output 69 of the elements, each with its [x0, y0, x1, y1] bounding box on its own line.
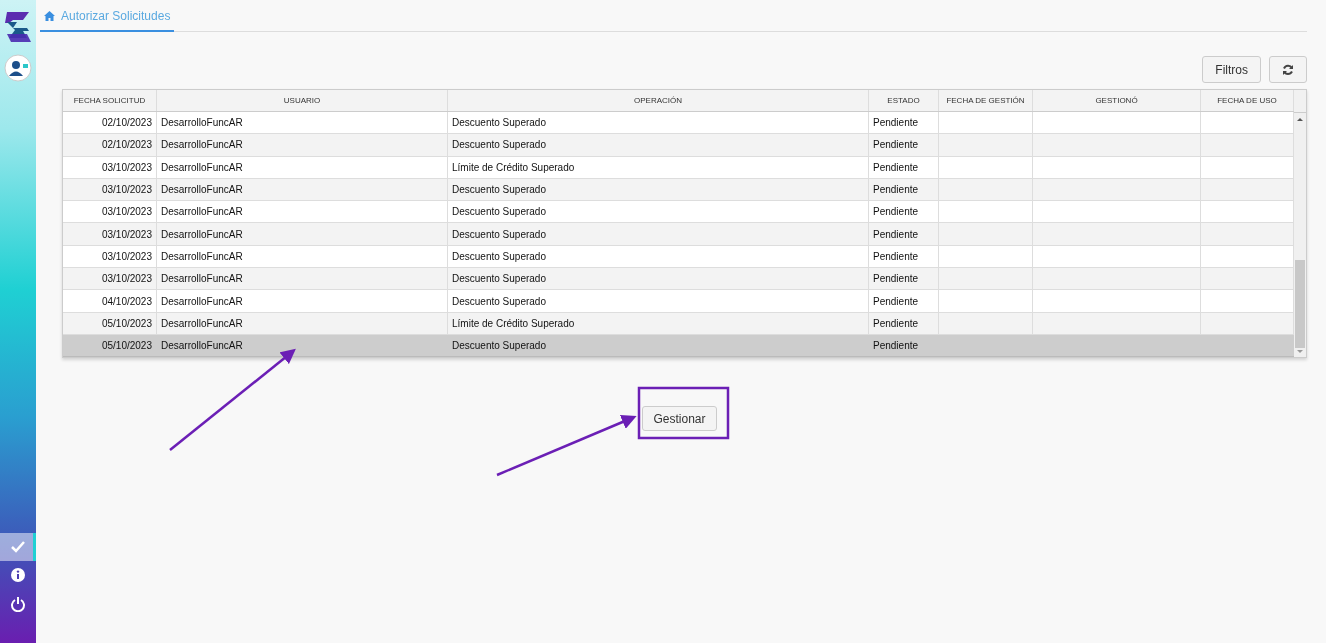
table-cell: Descuento Superado	[448, 290, 869, 312]
refresh-icon	[1282, 63, 1294, 76]
table-cell: Descuento Superado	[448, 268, 869, 290]
table-cell: 03/10/2023	[63, 245, 157, 268]
table-cell-text: Descuento Superado	[451, 339, 547, 354]
table-cell: DesarrolloFuncAR	[157, 312, 448, 334]
table-cell-text: 05/10/2023	[100, 339, 153, 354]
table-cell: 03/10/2023	[63, 223, 157, 245]
table-cell: Pendiente	[869, 178, 939, 201]
table-row[interactable]: 03/10/2023 DesarrolloFuncAR Límite de Crédito Superado Pendiente	[63, 156, 1294, 179]
table-cell: DesarrolloFuncAR	[157, 134, 448, 156]
table-cell: 04/10/2023	[63, 290, 157, 312]
table-cell: DesarrolloFuncAR	[157, 268, 448, 290]
table-cell-text: Pendiente	[872, 339, 920, 354]
table-cell: Descuento Superado	[448, 134, 869, 156]
column-header[interactable]: FECHA SOLICITUD	[63, 90, 157, 111]
table-cell: DesarrolloFuncAR	[157, 245, 448, 268]
table-cell: Descuento Superado	[448, 178, 869, 201]
table-cell: DesarrolloFuncAR	[157, 156, 448, 178]
table-cell: Pendiente	[869, 134, 939, 156]
manage-button[interactable]: Gestionar	[642, 406, 717, 432]
table-row[interactable]: 03/10/2023 DesarrolloFuncAR Descuento Superado Pendiente	[63, 268, 1294, 291]
info-icon	[10, 567, 26, 583]
table-cell: 03/10/2023	[63, 268, 157, 290]
table-cell: Pendiente	[869, 156, 939, 178]
filter-button[interactable]: Filtros	[1202, 56, 1261, 83]
table-cell: DesarrolloFuncAR	[157, 290, 448, 312]
logo-icon	[3, 10, 33, 44]
column-header[interactable]: OPERACIÓN	[448, 90, 869, 111]
table-cell: DesarrolloFuncAR	[157, 223, 448, 245]
user-avatar-icon[interactable]	[4, 54, 32, 82]
table-row[interactable]: 02/10/2023 DesarrolloFuncAR Descuento Superado Pendiente	[63, 134, 1294, 157]
table-cell: Pendiente	[869, 201, 939, 223]
refresh-button[interactable]	[1269, 56, 1307, 83]
scrollbar[interactable]	[1294, 113, 1306, 357]
table-cell: Límite de Crédito Superado	[448, 156, 869, 178]
table-cell: Pendiente	[869, 223, 939, 245]
table-cell: 02/10/2023	[63, 134, 157, 156]
table-cell: Pendiente	[869, 290, 939, 312]
table-cell: Límite de Crédito Superado	[448, 312, 869, 334]
table-cell: Pendiente	[869, 312, 939, 334]
table-cell: DesarrolloFuncAR	[157, 112, 448, 134]
table-cell-text: DesarrolloFuncAR	[160, 339, 244, 354]
table-cell: Descuento Superado	[448, 223, 869, 245]
table-cell: Pendiente	[869, 268, 939, 290]
power-icon	[10, 596, 26, 612]
table-cell: 05/10/2023	[63, 312, 157, 334]
table-cell: Descuento Superado	[448, 245, 869, 268]
column-header[interactable]: FECHA DE GESTIÓN	[939, 90, 1033, 111]
checkmark-icon	[10, 539, 26, 555]
column-header[interactable]: ESTADO	[869, 90, 939, 111]
home-icon	[44, 11, 55, 21]
table-row[interactable]: 04/10/2023 DesarrolloFuncAR Descuento Superado Pendiente	[63, 290, 1294, 313]
table-cell: 03/10/2023	[63, 178, 157, 201]
table-cell: 02/10/2023	[63, 112, 157, 134]
table-cell: Descuento Superado	[448, 112, 869, 134]
column-header[interactable]: USUARIO	[157, 90, 448, 111]
table-cell: Descuento Superado	[448, 201, 869, 223]
table-cell: DesarrolloFuncAR	[157, 201, 448, 223]
table-row[interactable]: 05/10/2023 DesarrolloFuncAR Descuento Superado Pendiente	[63, 334, 1294, 358]
table-row[interactable]: 03/10/2023 DesarrolloFuncAR Descuento Superado Pendiente	[63, 223, 1294, 246]
column-header[interactable]: GESTIONÓ	[1033, 90, 1201, 111]
table-cell: Pendiente	[869, 112, 939, 134]
table-cell: 03/10/2023	[63, 156, 157, 178]
table-cell: Pendiente	[869, 245, 939, 268]
table-row[interactable]: 05/10/2023 DesarrolloFuncAR Límite de Crédito Superado Pendiente	[63, 312, 1294, 335]
table-row[interactable]: 03/10/2023 DesarrolloFuncAR Descuento Superado Pendiente	[63, 178, 1294, 202]
table-cell: DesarrolloFuncAR	[157, 178, 448, 201]
table-cell: 03/10/2023	[63, 201, 157, 223]
